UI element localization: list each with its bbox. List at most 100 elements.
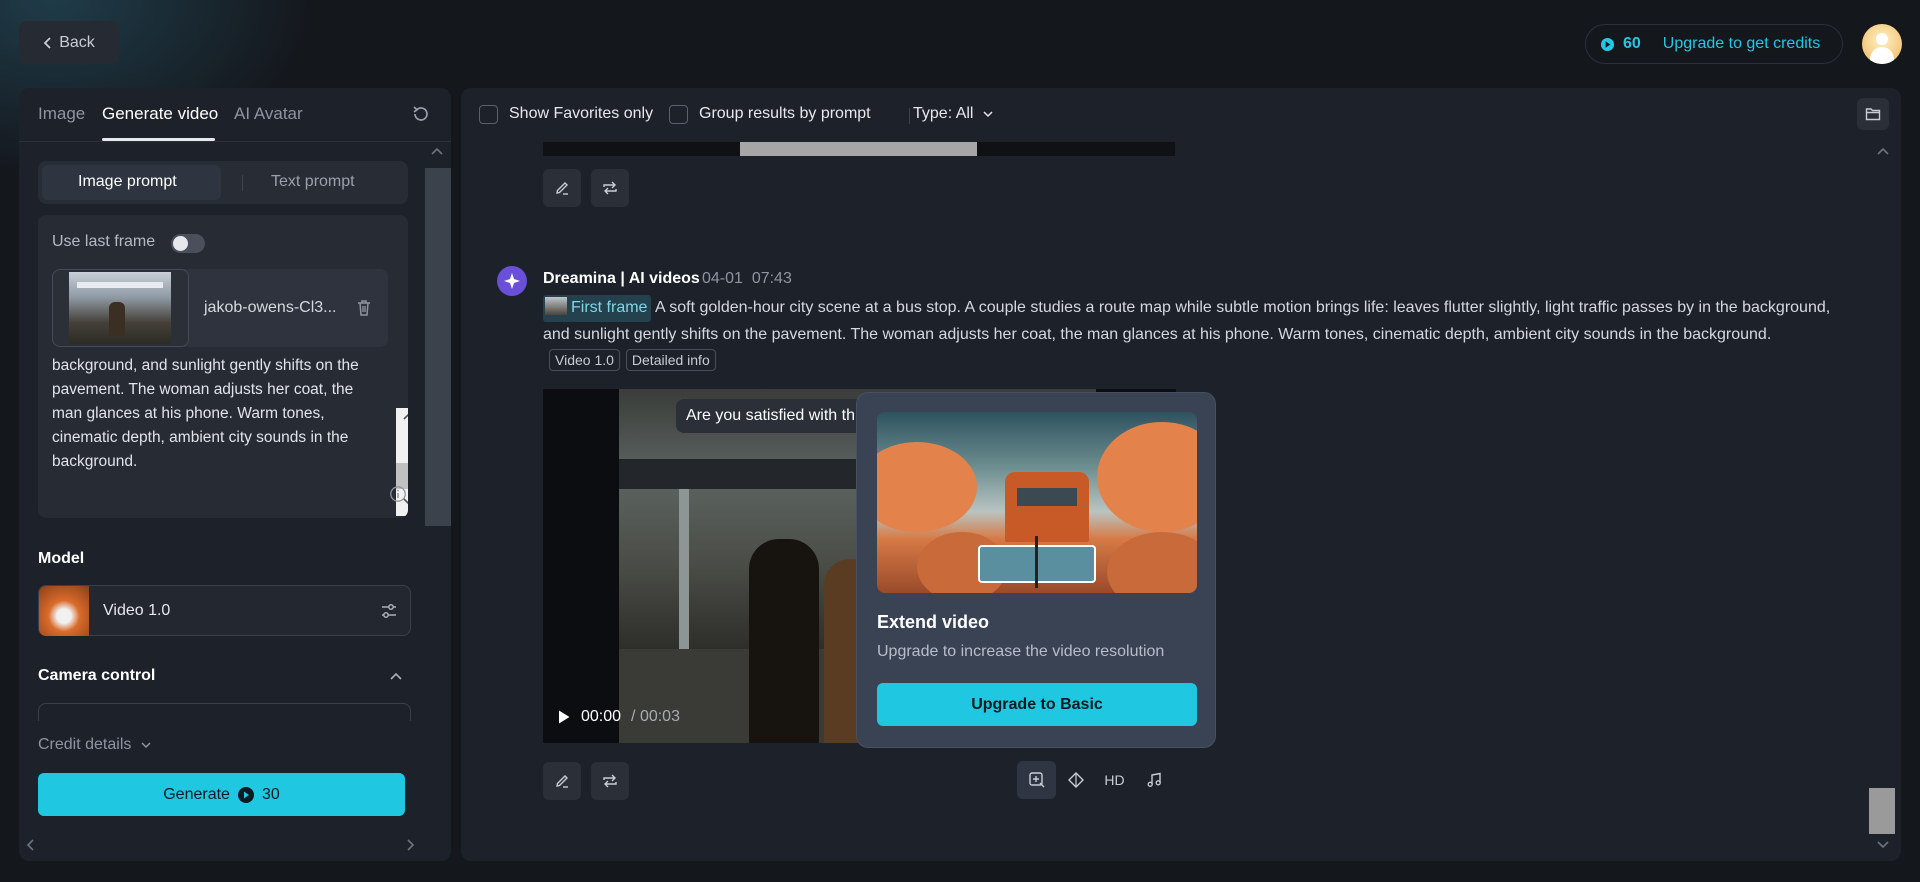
group-by-prompt-label[interactable]: Group results by prompt [699,105,871,123]
uploaded-image-chip: jakob-owens-Cl3... [52,269,388,347]
cloud-shape [877,442,977,532]
favorites-label[interactable]: Show Favorites only [509,105,653,123]
results-scrollbar-thumb[interactable] [1869,788,1895,834]
prompt-textarea[interactable]: background, and sunlight gently shifts o… [52,354,370,474]
tab-ai-avatar[interactable]: AI Avatar [234,104,303,124]
regenerate-button[interactable] [591,762,629,800]
scroll-left-icon[interactable] [25,838,35,852]
video-duration: / 00:03 [631,708,680,725]
pencil-icon [554,773,570,789]
playback-controls: 00:00 / 00:03 [557,708,680,726]
image-prompt-option[interactable]: Image prompt [78,173,177,191]
extend-video-illustration [877,412,1197,593]
credit-details-label: Credit details [38,736,132,753]
upgrade-credits-link[interactable]: Upgrade to get credits [1663,35,1820,53]
user-avatar[interactable] [1862,24,1902,64]
model-thumbnail [39,586,89,636]
credit-coin-icon [237,786,254,803]
extend-video-icon [1028,771,1046,789]
generate-cost: 30 [261,785,280,803]
chevron-down-icon [983,111,993,117]
group-by-prompt-checkbox[interactable] [669,105,688,124]
author-name: Dreamina | AI videos [543,270,700,287]
music-note-icon [1146,772,1162,788]
first-frame-label: First frame [571,299,648,316]
model-tag[interactable]: Video 1.0 [549,349,620,371]
credit-details-toggle[interactable]: Credit details [38,736,152,754]
credit-coin-icon [1600,37,1615,52]
back-label: Back [59,33,95,51]
scroll-up-icon[interactable] [430,146,444,156]
train-shape [1005,472,1089,542]
model-label: Model [38,550,85,567]
sliders-icon[interactable] [379,601,399,621]
type-filter-dropdown[interactable]: Type: All [913,105,994,123]
result-date: 04-01 [702,270,743,287]
trash-icon[interactable] [355,298,373,318]
popover-subtitle: Upgrade to increase the video resolution [877,643,1165,660]
avatar-body [1870,47,1894,64]
generate-button[interactable]: Generate 30 [38,773,405,816]
chevron-left-icon [43,36,53,50]
extend-video-popover: Extend video Upgrade to increase the vid… [856,392,1216,748]
upgrade-to-basic-button[interactable]: Upgrade to Basic [877,683,1197,726]
reset-icon[interactable] [411,104,431,124]
first-frame-chip[interactable]: First frame [543,295,652,322]
add-soundtrack-button[interactable] [1134,761,1173,799]
tab-generate-video[interactable]: Generate video [102,104,218,124]
model-selector[interactable]: Video 1.0 [38,585,411,636]
folder-icon [1865,107,1881,121]
edit-button[interactable] [543,169,581,207]
play-icon[interactable] [557,709,571,725]
info-icon[interactable] [389,485,407,503]
uploaded-image-thumbnail[interactable] [52,269,189,347]
regenerate-button[interactable] [591,169,629,207]
thumbnail-image [69,272,171,344]
type-filter-label: Type: All [913,105,974,122]
current-time: 00:00 [581,708,622,725]
result-time: 07:43 [751,270,792,287]
mode-tabs: Image Generate video AI Avatar [19,88,451,142]
cloud-shape [1107,532,1197,593]
text-prompt-option[interactable]: Text prompt [271,173,355,191]
hd-upscale-button[interactable]: HD [1095,761,1134,799]
credits-count: 60 [1623,35,1641,52]
cloud-shape [1097,422,1197,532]
generation-panel: Image Generate video AI Avatar Image pro… [19,88,451,861]
tab-image[interactable]: Image [38,104,85,124]
popover-title: Extend video [877,612,990,632]
edit-button[interactable] [543,762,581,800]
results-scroll-down-icon[interactable] [1876,840,1890,850]
prompt-mode-divider [242,175,243,191]
results-scroll-up-icon[interactable] [1876,146,1890,156]
avatar-head [1876,33,1888,45]
uploaded-file-name: jakob-owens-Cl3... [204,299,337,316]
repeat-icon [601,180,619,196]
textarea-scroll-up-icon[interactable] [403,412,408,420]
chevron-down-icon [141,742,151,748]
extend-video-button[interactable] [1017,761,1056,799]
interpolate-button[interactable] [1056,761,1095,799]
timeline-marker [1035,536,1038,588]
previous-video-preview[interactable] [543,142,1175,156]
prompt-mode-switch: Image prompt Text prompt [38,161,408,204]
folder-button[interactable] [1857,98,1889,130]
credits-pill[interactable]: 60 Upgrade to get credits [1585,24,1843,64]
scroll-right-icon[interactable] [406,838,416,852]
model-name: Video 1.0 [103,602,171,619]
detailed-info-tag[interactable]: Detailed info [625,349,716,371]
result-description: First frame A soft golden-hour city scen… [543,295,1833,375]
chevron-up-icon[interactable] [387,668,405,686]
favorites-checkbox[interactable] [479,105,498,124]
camera-control-label[interactable]: Camera control [38,667,155,685]
camera-control-box [38,703,411,723]
use-last-frame-toggle[interactable] [171,234,205,253]
back-button[interactable]: Back [19,21,119,64]
man-figure [749,539,819,743]
repeat-icon [601,773,619,789]
active-tab-indicator [102,138,215,141]
result-timestamp: 04-01 07:43 [702,270,792,288]
first-frame-thumbnail [545,297,567,315]
use-last-frame-label: Use last frame [52,233,156,250]
panel-scrollbar-thumb[interactable] [425,168,451,526]
